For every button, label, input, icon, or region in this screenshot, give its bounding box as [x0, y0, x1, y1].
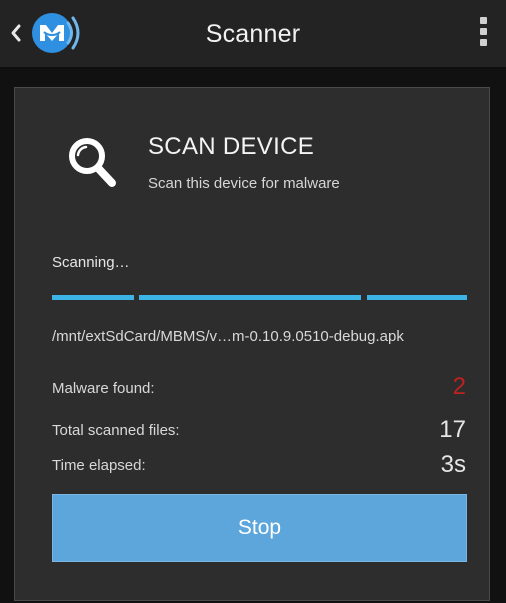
page-title: Scanner [205, 20, 301, 48]
progress-segment [52, 295, 134, 300]
scanned-files-label: Total scanned files: [52, 422, 180, 439]
progress-segment [139, 295, 361, 300]
action-bar: Scanner [0, 0, 506, 69]
malware-found-value: 2 [452, 373, 466, 400]
scan-device-card: SCAN DEVICE Scan this device for malware… [14, 87, 490, 601]
stop-button[interactable]: Stop [52, 494, 467, 562]
magnifier-icon [69, 138, 116, 187]
scan-status: Scanning… [52, 254, 130, 271]
menu-dot [479, 39, 487, 46]
scanner-screen: Scanner SCAN DEVICE Scan this device for… [0, 0, 506, 603]
time-elapsed-label: Time elapsed: [52, 457, 146, 474]
scan-progress-bar [52, 295, 467, 300]
current-file-path: /mnt/extSdCard/MBMS/v…m-0.10.9.0510-debu… [52, 328, 404, 345]
card-subtitle: Scan this device for malware [148, 175, 340, 192]
menu-dot [479, 17, 487, 24]
scanned-files-value: 17 [439, 416, 466, 443]
progress-segment [367, 295, 467, 300]
card-title: SCAN DEVICE [148, 133, 315, 160]
time-elapsed-value: 3s [440, 451, 466, 478]
menu-dot [479, 28, 487, 35]
overflow-menu-icon[interactable] [478, 17, 488, 49]
malware-found-label: Malware found: [52, 380, 155, 397]
